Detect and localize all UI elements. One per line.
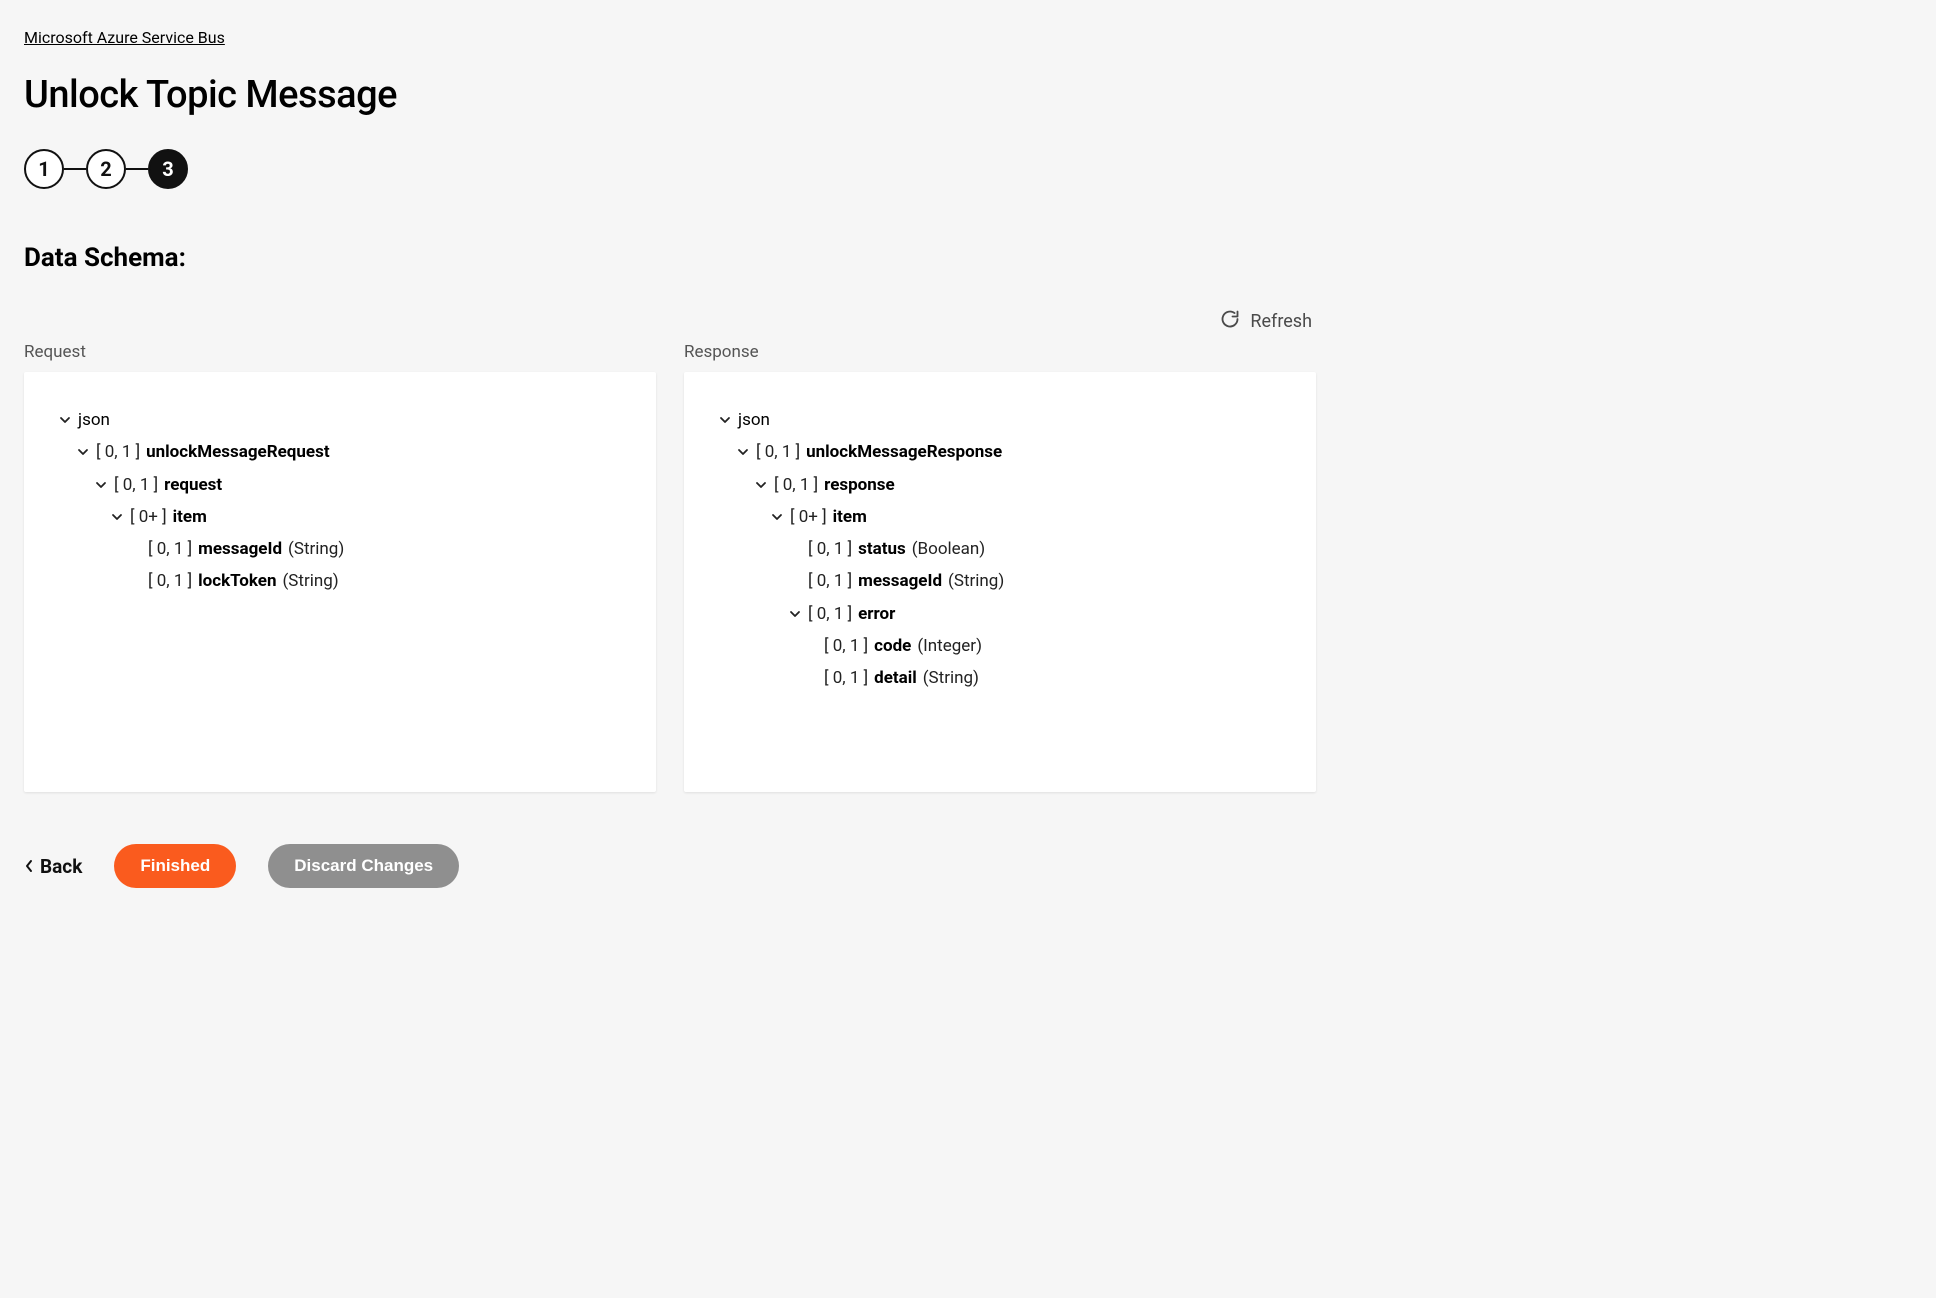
cardinality-label: [ 0, 1 ] — [824, 662, 868, 694]
refresh-icon — [1220, 309, 1240, 334]
step-3[interactable]: 3 — [148, 149, 188, 189]
field-name: error — [858, 598, 895, 630]
section-title: Data Schema: — [24, 243, 1316, 273]
response-tree-row[interactable]: [ 0, 1 ] status (Boolean) — [714, 533, 1286, 565]
field-type: (Integer) — [917, 630, 982, 662]
field-name: json — [78, 404, 110, 436]
breadcrumb-link[interactable]: Microsoft Azure Service Bus — [24, 28, 225, 47]
request-tree-row[interactable]: [ 0, 1 ] unlockMessageRequest — [54, 436, 626, 468]
response-tree-row[interactable]: [ 0, 1 ] detail (String) — [714, 662, 1286, 694]
cardinality-label: [ 0, 1 ] — [774, 469, 818, 501]
request-panel-wrap: Request json[ 0, 1 ] unlockMessageReques… — [24, 342, 656, 792]
cardinality-label: [ 0, 1 ] — [114, 469, 158, 501]
chevron-down-icon[interactable] — [736, 446, 750, 458]
step-1[interactable]: 1 — [24, 149, 64, 189]
field-name: unlockMessageRequest — [146, 436, 329, 468]
field-name: code — [874, 630, 911, 662]
response-tree-row[interactable]: json — [714, 404, 1286, 436]
cardinality-label: [ 0, 1 ] — [808, 598, 852, 630]
cardinality-label: [ 0, 1 ] — [96, 436, 140, 468]
response-panel-wrap: Response json[ 0, 1 ] unlockMessageRespo… — [684, 342, 1316, 792]
field-name: messageId — [858, 565, 942, 597]
field-name: request — [164, 469, 222, 501]
page-title: Unlock Topic Message — [24, 73, 1316, 117]
response-panel-label: Response — [684, 342, 1316, 362]
request-tree-row[interactable]: [ 0, 1 ] lockToken (String) — [54, 565, 626, 597]
chevron-down-icon[interactable] — [788, 608, 802, 620]
response-tree-row[interactable]: [ 0, 1 ] messageId (String) — [714, 565, 1286, 597]
step-connector — [64, 168, 86, 170]
refresh-label: Refresh — [1250, 311, 1312, 332]
request-tree-row[interactable]: json — [54, 404, 626, 436]
request-tree-row[interactable]: [ 0+ ] item — [54, 501, 626, 533]
chevron-down-icon[interactable] — [110, 511, 124, 523]
request-tree-row[interactable]: [ 0, 1 ] messageId (String) — [54, 533, 626, 565]
response-tree-row[interactable]: [ 0, 1 ] unlockMessageResponse — [714, 436, 1286, 468]
chevron-down-icon[interactable] — [58, 414, 72, 426]
cardinality-label: [ 0+ ] — [130, 501, 167, 533]
back-label: Back — [40, 855, 82, 878]
field-name: unlockMessageResponse — [806, 436, 1002, 468]
cardinality-label: [ 0+ ] — [790, 501, 827, 533]
chevron-down-icon[interactable] — [94, 479, 108, 491]
field-name: item — [833, 501, 867, 533]
field-name: lockToken — [198, 565, 276, 597]
request-panel: json[ 0, 1 ] unlockMessageRequest[ 0, 1 … — [24, 372, 656, 792]
field-name: item — [173, 501, 207, 533]
cardinality-label: [ 0, 1 ] — [148, 533, 192, 565]
chevron-down-icon[interactable] — [718, 414, 732, 426]
wizard-stepper: 123 — [24, 149, 1316, 189]
response-tree-row[interactable]: [ 0, 1 ] response — [714, 469, 1286, 501]
field-type: (String) — [948, 565, 1004, 597]
response-tree-row[interactable]: [ 0, 1 ] error — [714, 598, 1286, 630]
cardinality-label: [ 0, 1 ] — [808, 533, 852, 565]
refresh-button[interactable]: Refresh — [1220, 309, 1312, 334]
field-type: (String) — [288, 533, 344, 565]
finished-button[interactable]: Finished — [114, 844, 236, 888]
cardinality-label: [ 0, 1 ] — [756, 436, 800, 468]
cardinality-label: [ 0, 1 ] — [824, 630, 868, 662]
field-name: response — [824, 469, 895, 501]
request-panel-label: Request — [24, 342, 656, 362]
step-2[interactable]: 2 — [86, 149, 126, 189]
field-type: (String) — [923, 662, 979, 694]
chevron-down-icon[interactable] — [770, 511, 784, 523]
chevron-down-icon[interactable] — [754, 479, 768, 491]
field-name: json — [738, 404, 770, 436]
chevron-left-icon — [24, 855, 34, 878]
field-type: (String) — [282, 565, 338, 597]
cardinality-label: [ 0, 1 ] — [148, 565, 192, 597]
field-name: messageId — [198, 533, 282, 565]
field-name: status — [858, 533, 906, 565]
discard-changes-button[interactable]: Discard Changes — [268, 844, 459, 888]
footer-actions: Back Finished Discard Changes — [24, 844, 1316, 888]
field-type: (Boolean) — [912, 533, 986, 565]
chevron-down-icon[interactable] — [76, 446, 90, 458]
response-tree-row[interactable]: [ 0+ ] item — [714, 501, 1286, 533]
cardinality-label: [ 0, 1 ] — [808, 565, 852, 597]
request-tree-row[interactable]: [ 0, 1 ] request — [54, 469, 626, 501]
response-panel: json[ 0, 1 ] unlockMessageResponse[ 0, 1… — [684, 372, 1316, 792]
back-button[interactable]: Back — [24, 855, 82, 878]
response-tree-row[interactable]: [ 0, 1 ] code (Integer) — [714, 630, 1286, 662]
field-name: detail — [874, 662, 917, 694]
step-connector — [126, 168, 148, 170]
